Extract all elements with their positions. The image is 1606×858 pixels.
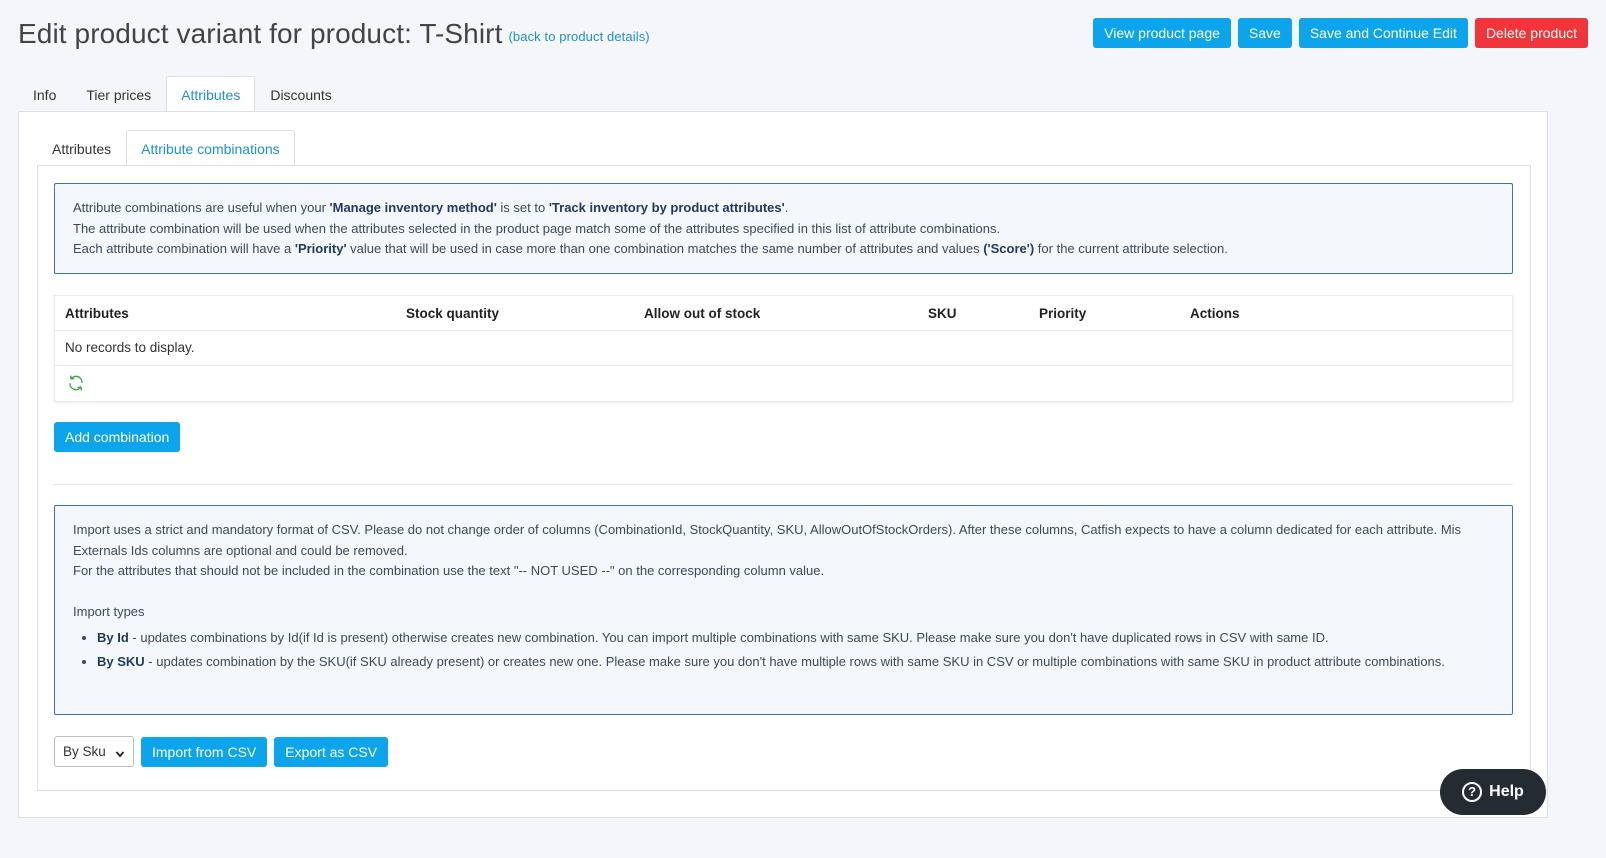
grid-header: Attributes Stock quantity Allow out of s… (55, 296, 1512, 331)
info-bold: 'Priority' (294, 241, 347, 256)
save-continue-button[interactable]: Save and Continue Edit (1298, 18, 1468, 48)
info-text: value that will be used in case more tha… (346, 241, 984, 256)
page-title: Edit product variant for product: T-Shir… (18, 18, 650, 50)
delete-product-button[interactable]: Delete product (1474, 18, 1588, 48)
inner-tabs: Attributes Attribute combinations (37, 130, 295, 166)
info-line-2: The attribute combination will be used w… (73, 220, 1001, 236)
info-line-1: Attribute combinations are useful when y… (73, 198, 1494, 219)
view-product-page-button[interactable]: View product page (1093, 18, 1231, 48)
grid-empty-message: No records to display. (55, 331, 1512, 366)
combinations-info-box: Attribute combinations are useful when y… (54, 183, 1513, 274)
divider (54, 484, 1513, 485)
combinations-grid: Attributes Stock quantity Allow out of s… (54, 295, 1513, 402)
header: Edit product variant for product: T-Shir… (18, 16, 1588, 56)
tab-attribute-combinations[interactable]: Attribute combinations (126, 130, 295, 166)
info-text: Each attribute combination will have a (73, 241, 295, 256)
info-text: . (784, 200, 789, 215)
column-header-sku[interactable]: SKU (928, 306, 957, 321)
tab-info[interactable]: Info (18, 76, 71, 112)
column-header-allow-out-of-stock[interactable]: Allow out of stock (644, 306, 760, 321)
import-export-actions: By Sku Import from CSV Export as CSV (54, 736, 389, 767)
outer-tabs: Info Tier prices Attributes Discounts (18, 76, 347, 112)
tab-discounts[interactable]: Discounts (255, 76, 346, 112)
info-bold: 'Manage inventory method' (329, 200, 497, 215)
import-type-by-id: By Id - updates combinations by Id(if Id… (97, 628, 1494, 649)
import-type-select-value: By Sku (63, 744, 106, 759)
help-label: Help (1489, 783, 1524, 800)
import-type-select[interactable]: By Sku (54, 736, 134, 767)
info-text: Attribute combinations are useful when y… (73, 200, 330, 215)
page-title-text: Edit product variant for product: T-Shir… (18, 18, 503, 49)
column-header-priority[interactable]: Priority (1039, 306, 1086, 321)
attribute-combinations-panel: Attribute combinations are useful when y… (37, 165, 1531, 791)
tab-tier-prices[interactable]: Tier prices (71, 76, 166, 112)
question-icon: ? (1462, 782, 1483, 802)
import-type-text: - updates combination by the SKU(if SKU … (144, 653, 1445, 669)
header-actions: View product page Save Save and Continue… (1093, 18, 1588, 48)
import-info-box: Import uses a strict and mandatory forma… (54, 505, 1513, 715)
column-header-attributes[interactable]: Attributes (65, 306, 129, 321)
column-header-stock-quantity[interactable]: Stock quantity (406, 306, 499, 321)
tab-attributes-list[interactable]: Attributes (37, 130, 126, 166)
import-type-label: By Id (97, 630, 129, 645)
import-type-text: - updates combinations by Id(if Id is pr… (128, 630, 1329, 645)
page: Edit product variant for product: T-Shir… (0, 0, 1606, 858)
info-bold: ('Score') (983, 241, 1035, 256)
import-types-heading: Import types (73, 603, 145, 619)
import-info-para-1: Import uses a strict and mandatory forma… (73, 522, 1462, 558)
add-combination-button[interactable]: Add combination (54, 422, 181, 452)
import-info-para-2: For the attributes that should not be in… (73, 563, 825, 578)
help-button[interactable]: ? Help (1440, 769, 1546, 815)
export-csv-button[interactable]: Export as CSV (274, 736, 389, 767)
save-button[interactable]: Save (1237, 18, 1292, 48)
import-type-label: By SKU (97, 653, 145, 669)
chevron-down-icon (115, 747, 125, 757)
info-line-3: Each attribute combination will have a '… (73, 239, 1494, 260)
grid-footer (55, 366, 1512, 401)
info-text: for the current attribute selection. (1034, 241, 1228, 256)
info-bold: 'Track inventory by product attributes' (548, 200, 785, 215)
column-header-actions: Actions (1190, 306, 1240, 321)
import-types-list: By Id - updates combinations by Id(if Id… (97, 628, 1494, 672)
refresh-icon[interactable] (67, 374, 85, 392)
import-csv-button[interactable]: Import from CSV (141, 736, 268, 767)
back-to-product-link[interactable]: (back to product details) (508, 29, 649, 44)
tab-attributes[interactable]: Attributes (166, 76, 256, 112)
attributes-panel: Attributes Attribute combinations Attrib… (18, 111, 1548, 818)
info-text: is set to (496, 200, 549, 215)
import-type-by-sku: By SKU - updates combination by the SKU(… (97, 652, 1494, 673)
